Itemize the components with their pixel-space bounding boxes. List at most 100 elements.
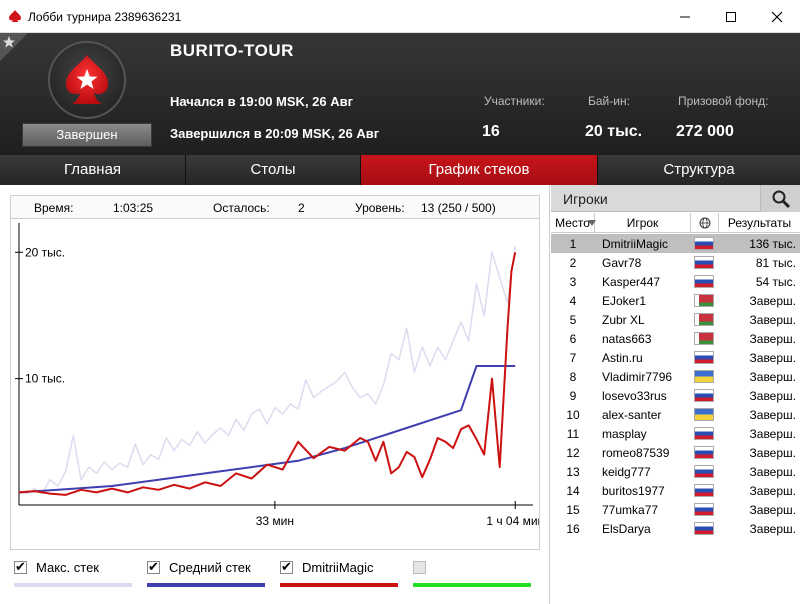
chart-info-row: Время: 1:03:25 Осталось: 2 Уровень: 13 (… — [10, 195, 540, 219]
y-tick-label: 20 тыс. — [25, 245, 65, 259]
close-icon — [771, 11, 783, 22]
player-name: Kasper447 — [602, 275, 661, 289]
player-name: DmitriiMagic — [602, 237, 668, 251]
col-results[interactable]: Результаты — [719, 213, 800, 233]
players-title: Игроки — [563, 191, 608, 207]
player-result: Заверш. — [749, 408, 796, 422]
player-place: 10 — [566, 408, 580, 422]
players-column-headers: Место Игрок Результаты — [551, 213, 800, 233]
player-place: 13 — [566, 465, 580, 479]
player-row[interactable]: 1 DmitriiMagic 136 тыс. — [551, 234, 800, 253]
maximize-button[interactable] — [708, 0, 754, 33]
player-name: EJoker1 — [602, 294, 647, 308]
tab-tables[interactable]: Столы — [186, 155, 361, 185]
legend-checkbox[interactable] — [413, 561, 426, 574]
player-place: 15 — [566, 503, 580, 517]
chart-legend: Макс. стек Средний стек DmitriiMagic — [0, 555, 550, 604]
player-place: 11 — [566, 427, 580, 441]
lobby-tabs: Главная Столы График стеков Структура — [0, 155, 800, 185]
tournament-status-badge: Завершен — [22, 123, 152, 147]
player-place: 2 — [569, 256, 577, 270]
player-result: Заверш. — [749, 294, 796, 308]
favorite-star-icon[interactable] — [0, 33, 28, 61]
player-row[interactable]: 16 ElsDarya Заверш. — [551, 519, 800, 538]
time-value: 1:03:25 — [113, 201, 154, 215]
player-row[interactable]: 11 masplay Заверш. — [551, 424, 800, 443]
player-place: 4 — [569, 294, 577, 308]
legend-checkbox[interactable] — [147, 559, 160, 575]
minimize-button[interactable] — [662, 0, 708, 33]
player-name: keidg777 — [602, 465, 651, 479]
player-row[interactable]: 8 Vladimir7796 Заверш. — [551, 367, 800, 386]
player-row[interactable]: 14 buritos1977 Заверш. — [551, 481, 800, 500]
sort-arrow-icon — [588, 220, 596, 226]
tab-structure[interactable]: Структура — [598, 155, 800, 185]
player-name: Astin.ru — [602, 351, 643, 365]
country-flag-icon — [694, 370, 714, 383]
player-name: Zubr XL — [602, 313, 645, 327]
player-name: Vladimir7796 — [602, 370, 673, 384]
chart-area: 10 тыс. 20 тыс. 33 мин 1 ч 04 мин — [10, 219, 540, 550]
player-row[interactable]: 13 keidg777 Заверш. — [551, 462, 800, 481]
player-row[interactable]: 6 natas663 Заверш. — [551, 329, 800, 348]
country-flag-icon — [694, 427, 714, 440]
legend-checkbox[interactable] — [280, 559, 293, 575]
player-result: Заверш. — [749, 465, 796, 479]
tab-stack-chart[interactable]: График стеков — [361, 155, 598, 185]
player-row[interactable]: 5 Zubr XL Заверш. — [551, 310, 800, 329]
legend-checkbox[interactable] — [14, 559, 27, 575]
remaining-value: 2 — [298, 201, 305, 215]
country-flag-icon — [694, 408, 714, 421]
player-place: 12 — [566, 446, 580, 460]
tournament-header: Завершен BURITO-TOUR Начался в 19:00 MSK… — [0, 33, 800, 155]
buyin-value: 20 тыс. — [585, 123, 643, 140]
player-name: alex-santer — [602, 408, 662, 422]
country-flag-icon — [694, 522, 714, 535]
player-name: ElsDarya — [602, 522, 651, 536]
minimize-icon — [680, 16, 690, 17]
country-flag-icon — [694, 256, 714, 269]
player-result: Заверш. — [749, 332, 796, 346]
level-value: 13 (250 / 500) — [421, 201, 496, 215]
player-result: Заверш. — [749, 522, 796, 536]
player-result: Заверш. — [749, 351, 796, 365]
player-row[interactable]: 12 romeo87539 Заверш. — [551, 443, 800, 462]
player-result: Заверш. — [749, 370, 796, 384]
player-name: Gavr78 — [602, 256, 642, 270]
player-row[interactable]: 15 77umka77 Заверш. — [551, 500, 800, 519]
stack-chart-panel: Время: 1:03:25 Осталось: 2 Уровень: 13 (… — [0, 185, 550, 604]
country-flag-icon — [694, 503, 714, 516]
players-panel: Игроки Место Игрок Результаты 1 DmitriiMa… — [551, 185, 800, 604]
player-result: 54 тыс. — [755, 275, 796, 289]
series-line-avg-stack — [18, 365, 516, 494]
prize-value: 272 000 — [676, 123, 734, 140]
country-flag-icon — [694, 389, 714, 402]
country-flag-icon — [694, 465, 714, 478]
player-row[interactable]: 10 alex-santer Заверш. — [551, 405, 800, 424]
end-time: Завершился в 20:09 MSK, 26 Авг — [170, 126, 380, 141]
player-place: 14 — [566, 484, 580, 498]
country-flag-icon — [694, 237, 714, 250]
player-row[interactable]: 4 EJoker1 Заверш. — [551, 291, 800, 310]
series-line-max-stack — [18, 245, 516, 495]
player-place: 16 — [566, 522, 580, 536]
window-titlebar: Лобби турнира 2389636231 — [0, 0, 800, 33]
col-country[interactable] — [691, 213, 719, 233]
player-name: buritos1977 — [602, 484, 665, 498]
col-player[interactable]: Игрок — [595, 213, 691, 233]
tab-main[interactable]: Главная — [0, 155, 186, 185]
tournament-name: BURITO-TOUR — [170, 41, 294, 60]
country-flag-icon — [694, 313, 714, 326]
y-tick-label: 10 тыс. — [25, 372, 65, 386]
player-place: 7 — [569, 351, 577, 365]
pokerstars-spade-icon — [9, 10, 21, 22]
player-row[interactable]: 3 Kasper447 54 тыс. — [551, 272, 800, 291]
player-place: 8 — [569, 370, 577, 384]
level-label: Уровень: — [355, 201, 405, 215]
player-row[interactable]: 7 Astin.ru Заверш. — [551, 348, 800, 367]
stack-line-chart: 10 тыс. 20 тыс. 33 мин 1 ч 04 мин — [15, 223, 539, 528]
player-row[interactable]: 9 losevo33rus Заверш. — [551, 386, 800, 405]
player-row[interactable]: 2 Gavr78 81 тыс. — [551, 253, 800, 272]
close-button[interactable] — [754, 0, 800, 33]
search-button[interactable] — [760, 185, 800, 212]
